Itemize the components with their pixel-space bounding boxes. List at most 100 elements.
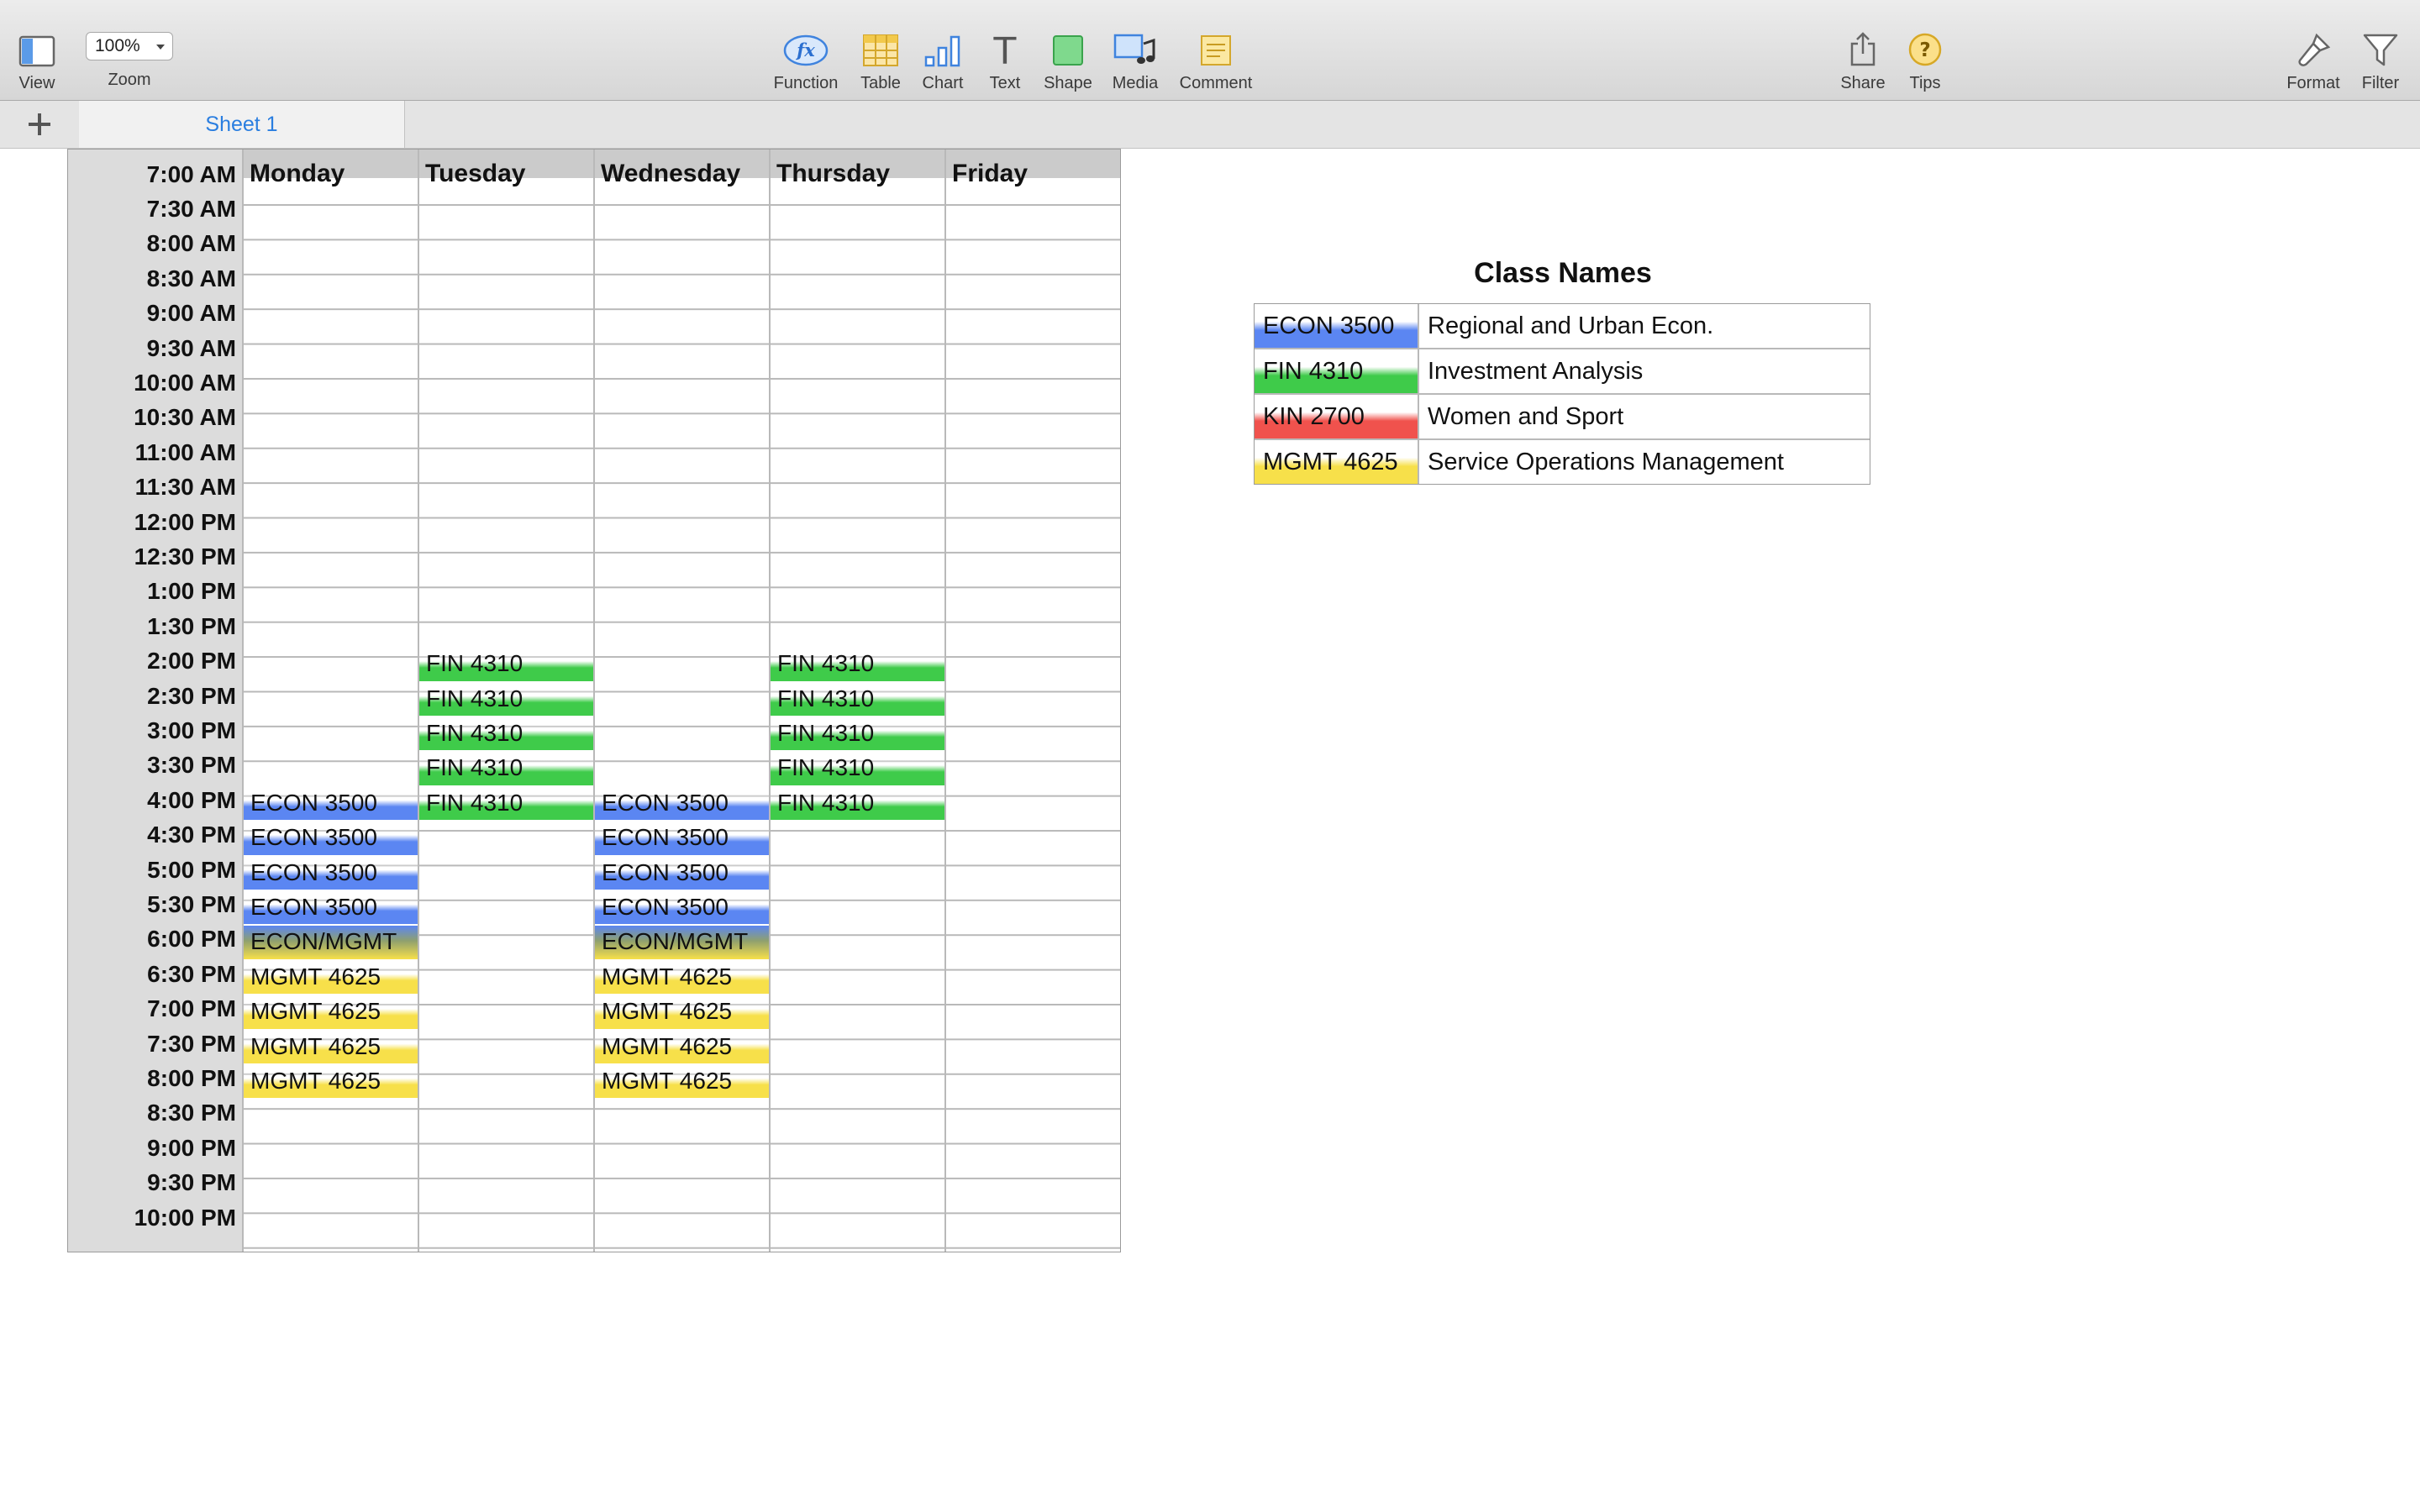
time-label: 8:00 PM <box>147 1064 236 1091</box>
time-label: 10:00 AM <box>134 369 236 396</box>
svg-text:T: T <box>993 32 1017 67</box>
schedule-cell[interactable]: MGMT 4625 <box>244 960 418 995</box>
time-label: 3:30 PM <box>147 752 236 779</box>
class-names-table[interactable]: ECON 3500 Regional and Urban Econ. FIN 431… <box>1254 303 1870 485</box>
time-label: 6:00 PM <box>147 926 236 953</box>
column-divider <box>1418 304 1419 484</box>
class-code-cell[interactable]: MGMT 4625 <box>1255 440 1418 484</box>
day-header-friday: Friday <box>952 160 1028 187</box>
schedule-cell[interactable]: ECON 3500 <box>595 822 769 855</box>
time-label: 7:00 PM <box>147 995 236 1022</box>
schedule-cell[interactable]: MGMT 4625 <box>244 1064 418 1099</box>
time-label: 4:30 PM <box>147 822 236 848</box>
filter-label: Filter <box>2361 74 2400 92</box>
schedule-cell[interactable]: MGMT 4625 <box>595 960 769 995</box>
class-name-cell[interactable]: Service Operations Management <box>1419 440 1870 484</box>
schedule-cell[interactable]: ECON/MGMT <box>595 926 769 959</box>
add-sheet-button[interactable] <box>0 101 80 148</box>
schedule-cell[interactable]: ECON 3500 <box>244 822 418 855</box>
comment-button[interactable]: Comment <box>1170 25 1262 93</box>
schedule-cell[interactable]: MGMT 4625 <box>595 1064 769 1099</box>
view-label: View <box>18 74 55 92</box>
schedule-cell[interactable]: ECON/MGMT <box>244 926 418 959</box>
schedule-cell[interactable]: FIN 4310 <box>419 717 593 751</box>
schedule-cell[interactable]: MGMT 4625 <box>244 995 418 1029</box>
time-label: 7:00 AM <box>146 160 236 187</box>
schedule-cell[interactable]: MGMT 4625 <box>595 1030 769 1063</box>
time-label: 9:00 PM <box>147 1134 236 1161</box>
class-name-cell[interactable]: Regional and Urban Econ. <box>1419 304 1870 348</box>
schedule-cell[interactable]: FIN 4310 <box>419 682 593 716</box>
day-header-thursday: Thursday <box>776 160 891 187</box>
media-button[interactable]: Media <box>1089 25 1181 93</box>
time-label: 11:00 AM <box>134 438 236 465</box>
time-label: 5:00 PM <box>147 856 236 883</box>
zoom-label: Zoom <box>108 71 151 89</box>
schedule-cell[interactable]: FIN 4310 <box>771 786 944 821</box>
plus-icon <box>29 113 50 135</box>
time-label: 6:30 PM <box>147 960 236 987</box>
class-code-cell[interactable]: ECON 3500 <box>1255 304 1418 348</box>
schedule-cell[interactable]: ECON 3500 <box>595 890 769 925</box>
schedule-table[interactable]: Monday Tuesday Wednesday Thursday Friday 7:00… <box>67 149 1121 1252</box>
schedule-cell[interactable]: FIN 4310 <box>771 682 944 716</box>
schedule-cell[interactable]: ECON 3500 <box>244 890 418 925</box>
time-label: 3:00 PM <box>147 717 236 743</box>
tab-sheet-1[interactable]: Sheet 1 <box>79 101 405 148</box>
schedule-cell[interactable]: FIN 4310 <box>771 717 944 751</box>
zoom-value: 100% <box>95 36 140 55</box>
filter-button[interactable]: Filter <box>2334 25 2420 93</box>
day-header-monday: Monday <box>250 160 345 187</box>
view-icon <box>0 25 83 67</box>
time-label: 1:00 PM <box>147 578 236 605</box>
svg-text:fx: fx <box>795 39 815 60</box>
schedule-cell[interactable]: MGMT 4625 <box>595 995 769 1029</box>
time-label: 9:00 AM <box>146 300 236 327</box>
filter-icon <box>2334 25 2420 67</box>
class-name-cell[interactable]: Investment Analysis <box>1419 349 1870 393</box>
tips-button[interactable]: ? Tips <box>1879 25 1971 93</box>
time-label: 1:30 PM <box>147 612 236 639</box>
time-label: 12:00 PM <box>134 508 236 535</box>
class-name-cell[interactable]: Women and Sport <box>1419 395 1870 438</box>
schedule-cell[interactable]: ECON 3500 <box>244 786 418 821</box>
schedule-cell[interactable]: ECON 3500 <box>595 856 769 890</box>
time-label: 7:30 AM <box>146 195 236 222</box>
tips-icon: ? <box>1879 25 1971 67</box>
schedule-cell[interactable]: ECON 3500 <box>244 856 418 890</box>
table-row[interactable]: ECON 3500 Regional and Urban Econ. <box>1255 304 1870 349</box>
sheet-tab-bar: Sheet 1 <box>0 101 2420 149</box>
time-label: 8:30 PM <box>147 1100 236 1126</box>
comment-label: Comment <box>1179 74 1253 92</box>
zoom-select[interactable]: 100% <box>86 32 173 60</box>
time-label: 12:30 PM <box>134 543 236 570</box>
time-label: 10:00 PM <box>134 1204 236 1231</box>
table-row[interactable]: MGMT 4625 Service Operations Management <box>1255 440 1870 486</box>
time-label: 5:30 PM <box>147 890 236 917</box>
view-button[interactable]: View <box>0 25 83 93</box>
day-header-wednesday: Wednesday <box>601 160 741 187</box>
media-icon <box>1089 25 1181 67</box>
time-label: 10:30 AM <box>134 404 236 431</box>
time-label: 2:30 PM <box>147 682 236 709</box>
class-code-cell[interactable]: FIN 4310 <box>1255 349 1418 393</box>
class-code-cell[interactable]: KIN 2700 <box>1255 395 1418 438</box>
schedule-cell[interactable]: FIN 4310 <box>771 648 944 681</box>
table-row[interactable]: FIN 4310 Investment Analysis <box>1255 349 1870 395</box>
schedule-cell[interactable]: MGMT 4625 <box>244 1030 418 1063</box>
time-label: 11:30 AM <box>134 474 236 501</box>
time-label: 7:30 PM <box>147 1030 236 1057</box>
schedule-cell[interactable]: ECON 3500 <box>595 786 769 821</box>
schedule-cell[interactable]: FIN 4310 <box>419 786 593 821</box>
column-divider <box>944 150 946 1252</box>
schedule-cell[interactable]: FIN 4310 <box>419 752 593 785</box>
legend-title: Class Names <box>1474 257 1652 289</box>
schedule-cell[interactable]: FIN 4310 <box>771 752 944 785</box>
time-label: 8:30 AM <box>146 265 236 291</box>
tips-label: Tips <box>1909 74 1941 92</box>
schedule-cell[interactable]: FIN 4310 <box>419 648 593 681</box>
media-label: Media <box>1112 74 1159 92</box>
table-row[interactable]: KIN 2700 Women and Sport <box>1255 395 1870 440</box>
svg-text:?: ? <box>1919 39 1930 61</box>
comment-icon <box>1170 25 1262 67</box>
